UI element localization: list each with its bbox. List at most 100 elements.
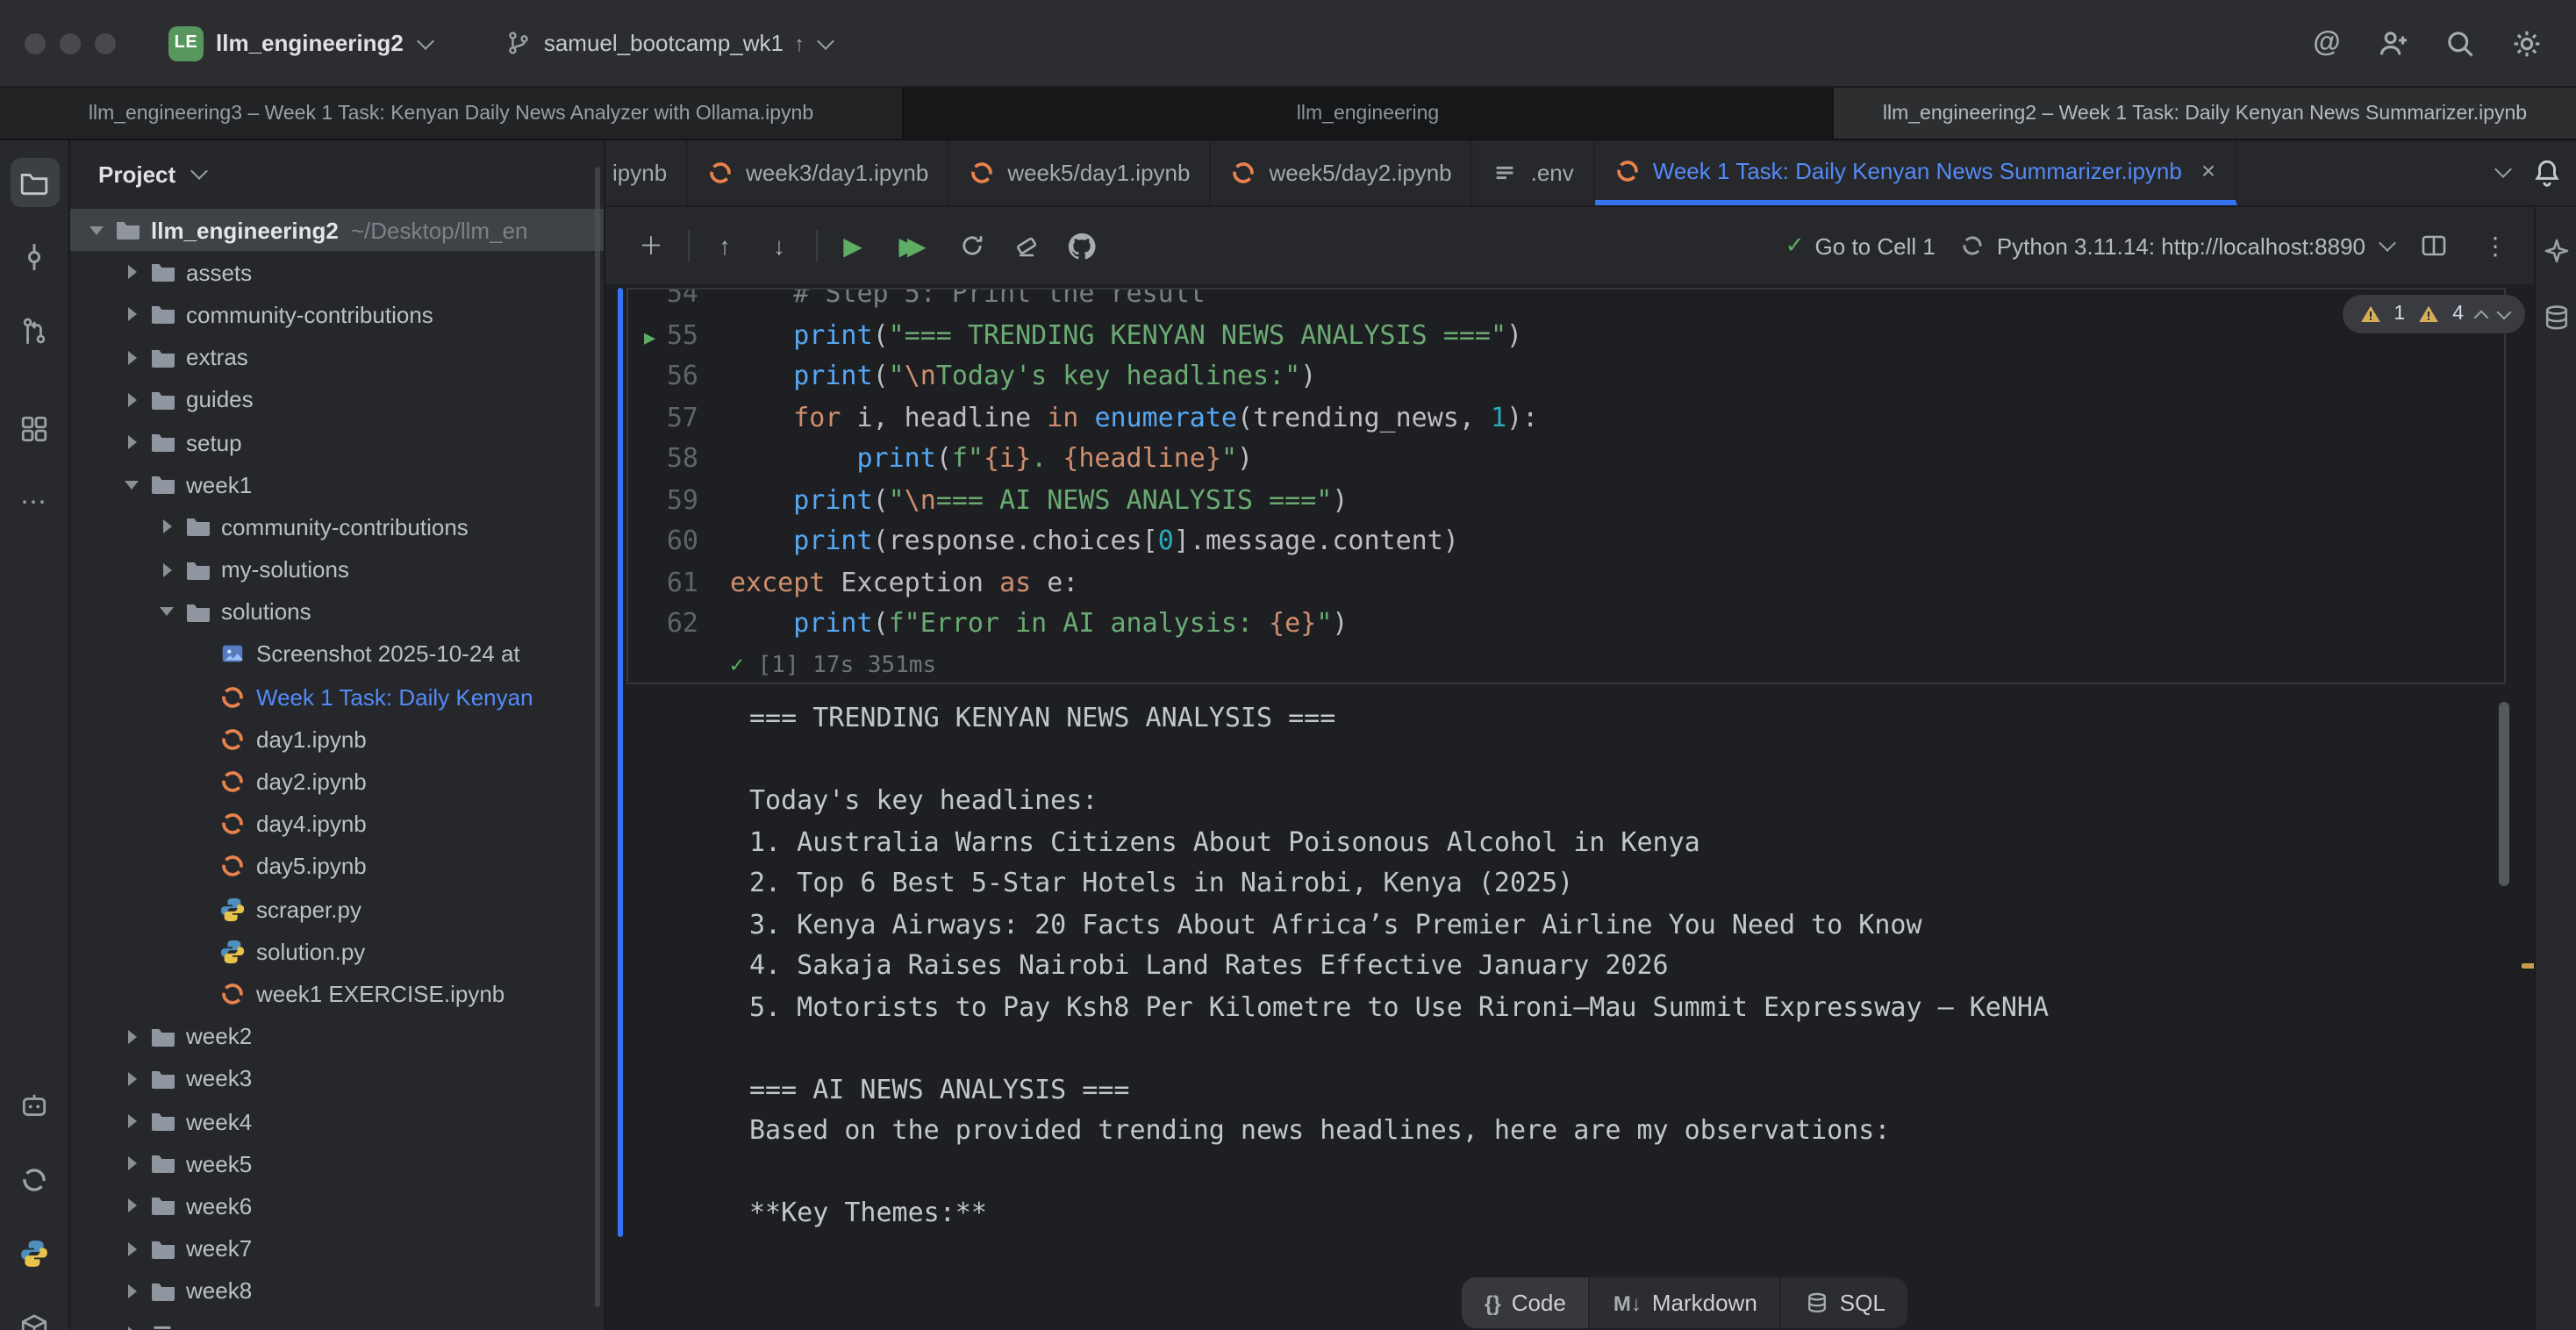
code-with-me-user-icon[interactable]: [2376, 25, 2411, 61]
notebook-editor[interactable]: 54 # Step 5: Print the result▶55 print("…: [605, 284, 2534, 1330]
tree-item[interactable]: week1: [70, 463, 604, 505]
run-cell-button[interactable]: ▶: [832, 225, 874, 267]
project-tool-button[interactable]: [10, 158, 59, 207]
github-button[interactable]: [1060, 225, 1102, 267]
project-selector[interactable]: LE llm_engineering2: [154, 18, 446, 68]
editor-tab-active[interactable]: Week 1 Task: Daily Kenyan News Summarize…: [1595, 140, 2236, 205]
pull-requests-tool-button[interactable]: [10, 305, 59, 354]
close-tab-icon[interactable]: ×: [2201, 156, 2215, 184]
tree-expand-chevron-icon[interactable]: [119, 1072, 144, 1086]
inspections-widget[interactable]: 1 4: [2343, 295, 2525, 333]
add-cell-button[interactable]: ＋: [630, 225, 672, 267]
editor-tab[interactable]: week3/day1.ipynb: [688, 140, 949, 205]
close-window-button[interactable]: [25, 32, 46, 54]
project-tree-scrollbar[interactable]: [595, 167, 600, 1307]
minimize-window-button[interactable]: [60, 32, 81, 54]
structure-tool-button[interactable]: [10, 404, 59, 453]
tree-expand-chevron-icon[interactable]: [154, 608, 179, 617]
output-scrollbar[interactable]: [2499, 702, 2509, 886]
run-all-cells-button[interactable]: ▶▶: [886, 225, 939, 267]
tree-item[interactable]: community-contributions: [70, 506, 604, 548]
tree-item[interactable]: week1 EXERCISE.ipynb: [70, 973, 604, 1015]
branch-selector[interactable]: samuel_bootcamp_wk1 ↑: [491, 22, 845, 64]
tree-expand-chevron-icon[interactable]: [119, 1326, 144, 1330]
zoom-window-button[interactable]: [95, 32, 116, 54]
tree-item[interactable]: Screenshot 2025-10-24 at: [70, 633, 604, 676]
restart-kernel-button[interactable]: [951, 225, 993, 267]
tree-expand-chevron-icon[interactable]: [154, 562, 179, 576]
go-to-cell-button[interactable]: ✓ Go to Cell 1: [1785, 232, 1936, 260]
editor-tab[interactable]: ipynb: [605, 140, 688, 205]
tree-item[interactable]: day1.ipynb: [70, 719, 604, 761]
editor-tab[interactable]: week5/day1.ipynb: [949, 140, 1211, 205]
tree-item[interactable]: week4: [70, 1100, 604, 1142]
previous-problem-icon[interactable]: [2474, 310, 2489, 325]
search-icon[interactable]: [2443, 25, 2478, 61]
tree-item[interactable]: day5.ipynb: [70, 846, 604, 888]
tree-item[interactable]: assets: [70, 251, 604, 293]
run-line-icon[interactable]: ▶: [644, 317, 655, 358]
tree-item[interactable]: [70, 1312, 604, 1330]
editor-tab[interactable]: week5/day2.ipynb: [1211, 140, 1472, 205]
tree-expand-chevron-icon[interactable]: [119, 350, 144, 364]
window-tab-active[interactable]: llm_engineering2 – Week 1 Task: Daily Ke…: [1834, 88, 2576, 139]
tree-item[interactable]: week5: [70, 1142, 604, 1184]
tree-item[interactable]: day2.ipynb: [70, 761, 604, 803]
hidden-tabs-chevron-icon[interactable]: [2494, 161, 2512, 178]
tree-expand-chevron-icon[interactable]: [119, 435, 144, 449]
tree-expand-chevron-icon[interactable]: [119, 1199, 144, 1213]
move-cell-up-button[interactable]: ↑: [704, 225, 746, 267]
commit-tool-button[interactable]: [10, 232, 59, 281]
move-cell-down-button[interactable]: ↓: [758, 225, 800, 267]
tree-item[interactable]: llm_engineering2~/Desktop/llm_en: [70, 209, 604, 251]
tree-expand-chevron-icon[interactable]: [154, 520, 179, 534]
tree-expand-chevron-icon[interactable]: [119, 480, 144, 489]
tree-item[interactable]: week3: [70, 1058, 604, 1100]
tree-expand-chevron-icon[interactable]: [119, 308, 144, 322]
next-problem-icon[interactable]: [2497, 305, 2512, 320]
split-editor-icon[interactable]: [2418, 230, 2450, 261]
cell-type-sql-button[interactable]: SQL: [1782, 1277, 1908, 1328]
cell-type-markdown-button[interactable]: M↓Markdown: [1591, 1277, 1782, 1328]
window-tab[interactable]: llm_engineering: [904, 88, 1834, 139]
tree-item[interactable]: week7: [70, 1227, 604, 1269]
notifications-bell-icon[interactable]: [2530, 157, 2562, 189]
clear-outputs-button[interactable]: [1005, 225, 1048, 267]
tree-expand-chevron-icon[interactable]: [119, 1156, 144, 1170]
tree-item[interactable]: community-contributions: [70, 294, 604, 336]
tree-item[interactable]: week6: [70, 1185, 604, 1227]
tree-expand-chevron-icon[interactable]: [119, 393, 144, 407]
tree-item[interactable]: setup: [70, 421, 604, 463]
tree-item[interactable]: Week 1 Task: Daily Kenyan: [70, 676, 604, 718]
tree-item[interactable]: extras: [70, 336, 604, 378]
tree-expand-chevron-icon[interactable]: [119, 1029, 144, 1043]
settings-gear-icon[interactable]: [2509, 25, 2544, 61]
tree-expand-chevron-icon[interactable]: [119, 1241, 144, 1255]
project-panel-header[interactable]: Project: [70, 140, 604, 207]
tree-item[interactable]: week2: [70, 1015, 604, 1057]
database-tool-button[interactable]: [2540, 302, 2572, 333]
tree-item[interactable]: week8: [70, 1269, 604, 1312]
tree-item[interactable]: solution.py: [70, 930, 604, 972]
packages-tool-button[interactable]: [10, 1302, 59, 1330]
ai-chat-tool-button[interactable]: [10, 1081, 59, 1130]
tree-item[interactable]: day4.ipynb: [70, 803, 604, 845]
kernel-selector[interactable]: Python 3.11.14: http://localhost:8890: [1960, 232, 2394, 259]
code-cell[interactable]: 54 # Step 5: Print the result▶55 print("…: [626, 288, 2506, 684]
ai-assistant-at-icon[interactable]: @: [2309, 25, 2344, 61]
ai-assistant-tool-button[interactable]: [2540, 235, 2572, 267]
tree-item[interactable]: guides: [70, 379, 604, 421]
python-console-tool-button[interactable]: [10, 1228, 59, 1277]
tree-item[interactable]: my-solutions: [70, 548, 604, 590]
more-options-kebab-icon[interactable]: ⋮: [2474, 225, 2516, 267]
window-tab[interactable]: llm_engineering3 – Week 1 Task: Kenyan D…: [0, 88, 904, 139]
tree-item[interactable]: scraper.py: [70, 888, 604, 930]
tree-expand-chevron-icon[interactable]: [84, 225, 109, 234]
tree-item[interactable]: solutions: [70, 590, 604, 633]
tree-expand-chevron-icon[interactable]: [119, 1284, 144, 1298]
cell-type-code-button[interactable]: {}Code: [1462, 1277, 1591, 1328]
editor-tab[interactable]: .env: [1473, 140, 1595, 205]
more-tool-windows-button[interactable]: ⋯: [10, 477, 59, 526]
tree-expand-chevron-icon[interactable]: [119, 1114, 144, 1128]
jupyter-tool-button[interactable]: [10, 1155, 59, 1204]
